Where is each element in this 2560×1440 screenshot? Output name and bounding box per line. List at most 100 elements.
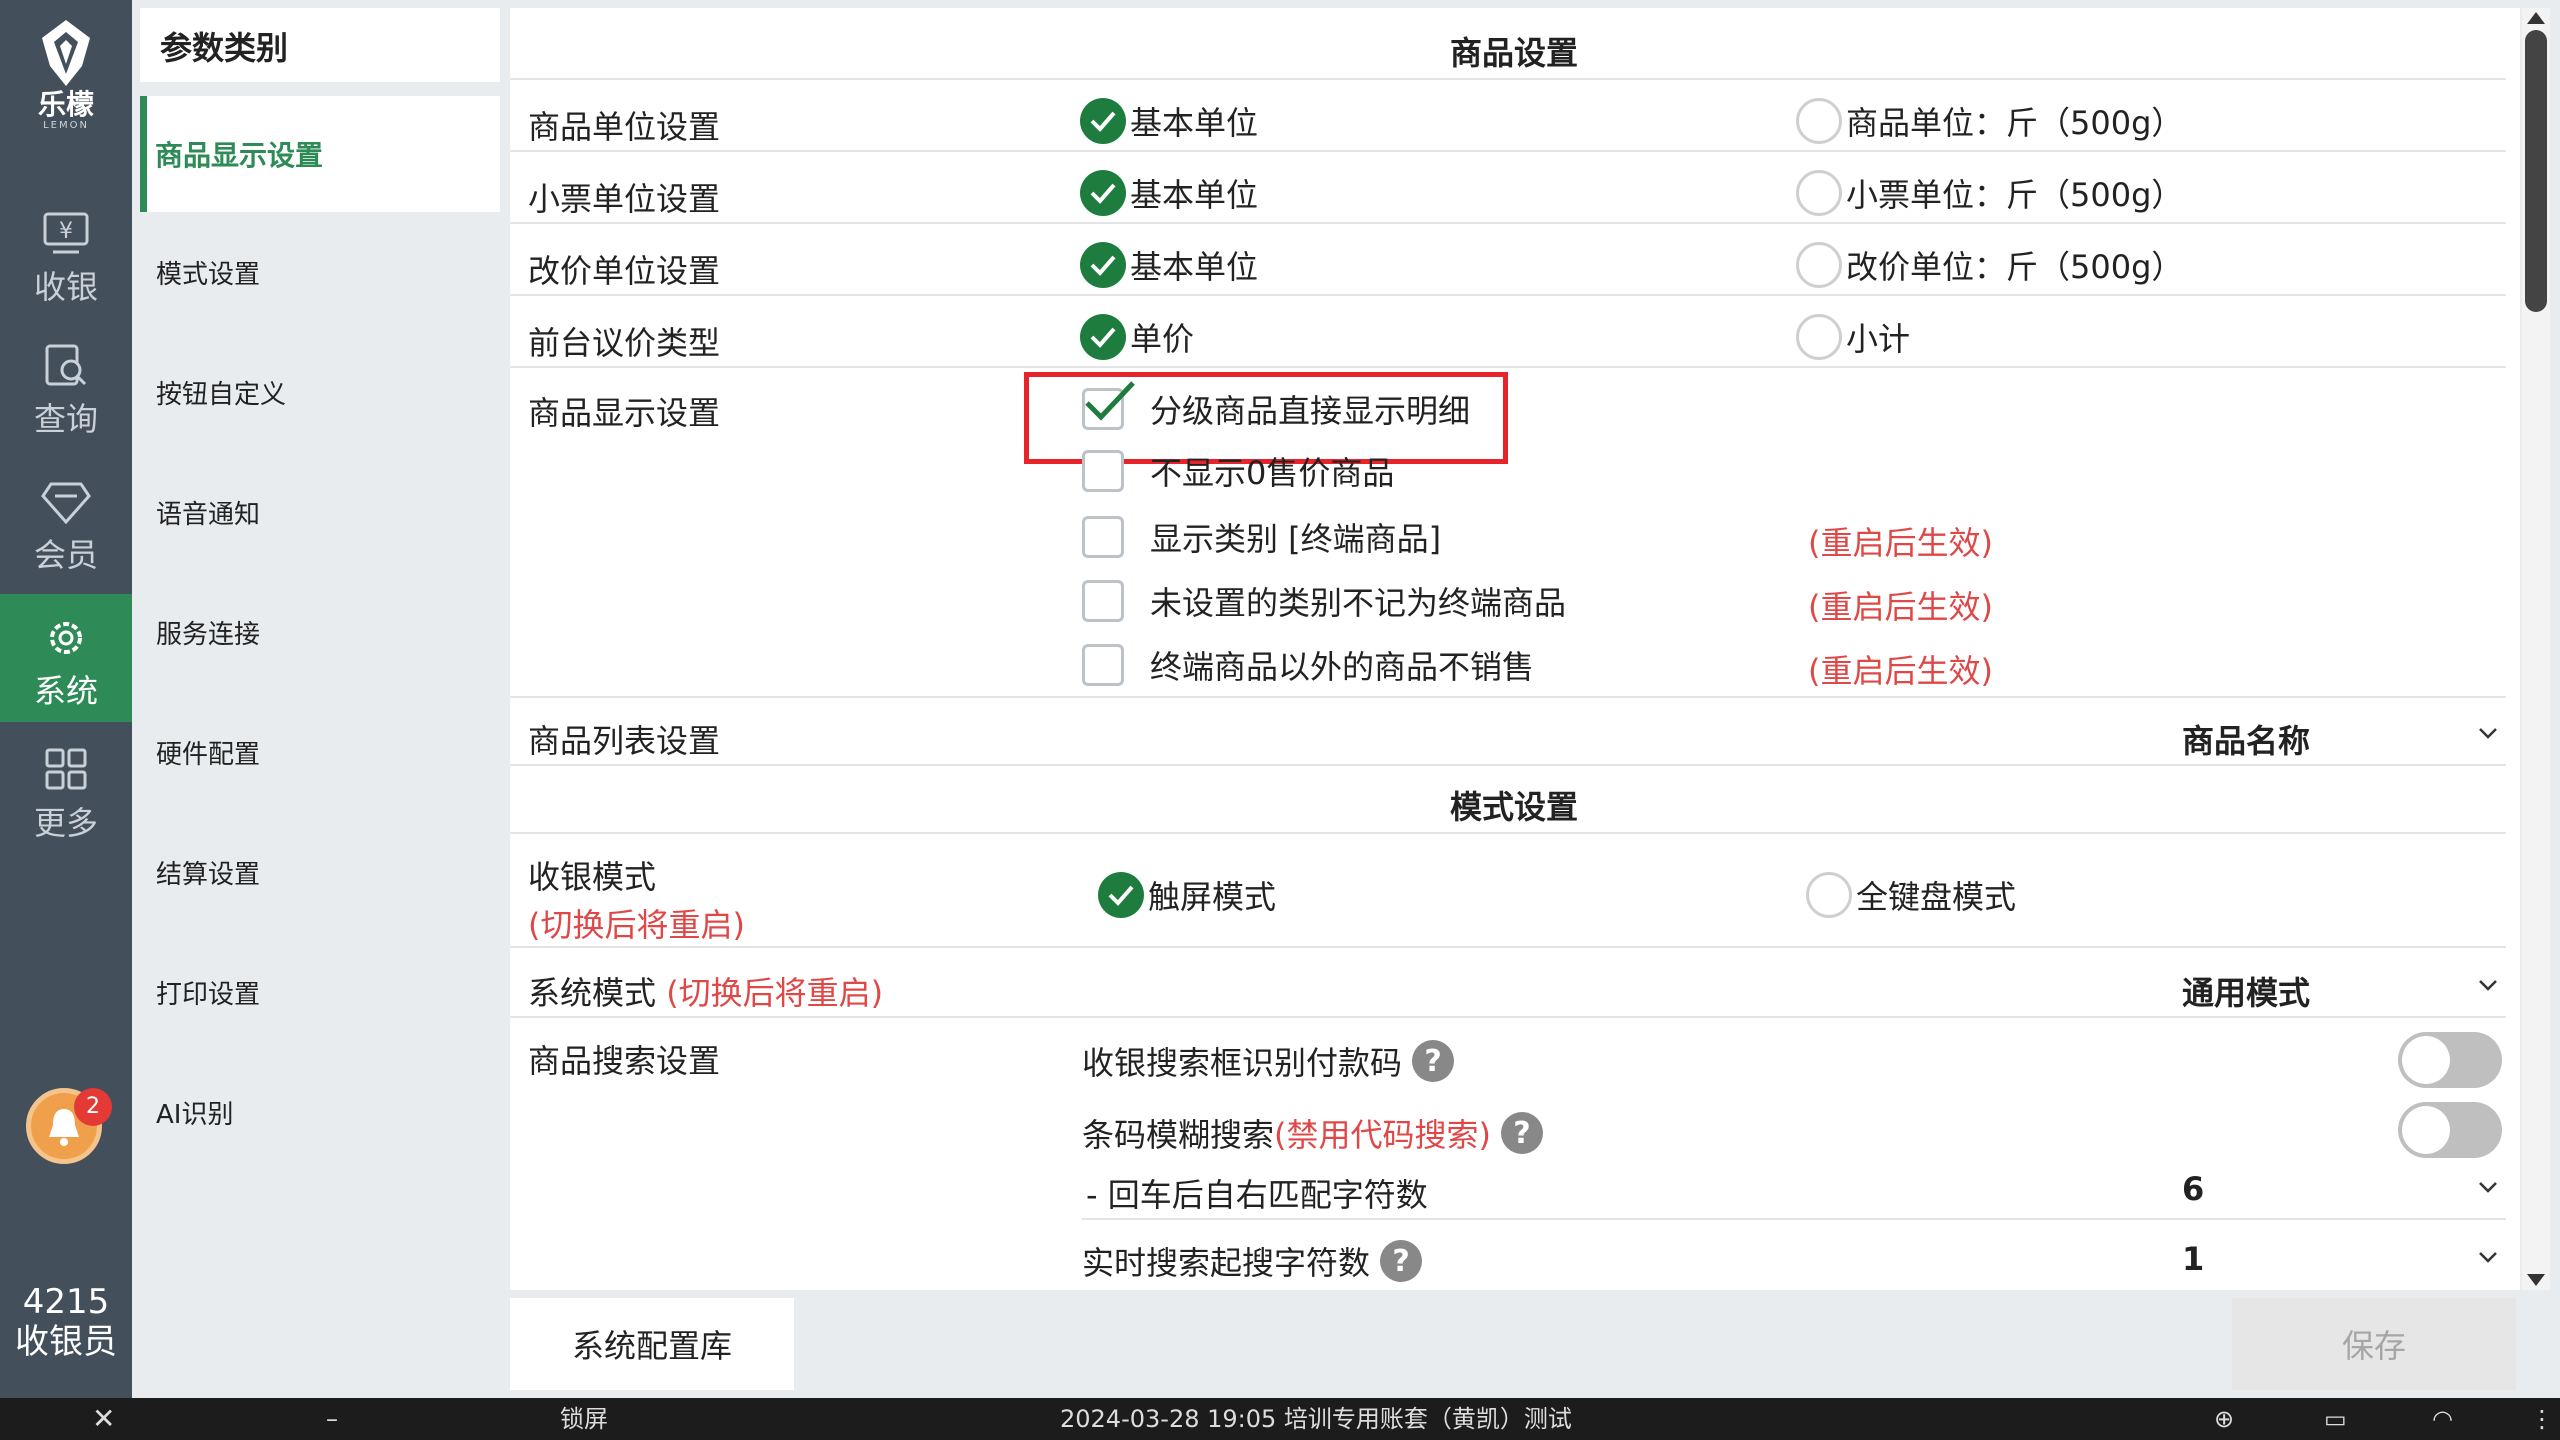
- checkbox-show-category[interactable]: 显示类别 [终端商品]: [1082, 514, 1441, 560]
- radio-label: 基本单位: [1130, 176, 1259, 214]
- scroll-thumb[interactable]: [2525, 30, 2547, 312]
- dropdown-list-value[interactable]: 商品名称: [2182, 716, 2310, 762]
- svg-text:¥: ¥: [59, 219, 73, 244]
- scroll-up-arrow[interactable]: [2527, 12, 2545, 24]
- category-item-settlement[interactable]: 结算设置: [140, 816, 500, 928]
- rail-label: 更多: [33, 804, 98, 842]
- rail-item-cashier[interactable]: ¥ 收银: [0, 190, 132, 318]
- left-rail: 乐檬 LEMON ¥ 收银 查询 会员 系统 更多 2 4215 收银员: [0, 0, 132, 1398]
- monitor-icon[interactable]: ▭: [2324, 1398, 2347, 1440]
- rail-label: 收银: [33, 268, 98, 306]
- chevron-down-icon[interactable]: [2478, 1180, 2498, 1194]
- taskbar: ✕ – 锁屏 2024-03-28 19:05 培训专用账套（黄凯）测试 ⊕ ▭…: [0, 1398, 2560, 1440]
- help-icon[interactable]: ?: [1412, 1040, 1455, 1082]
- row-label-list: 商品列表设置: [528, 722, 721, 760]
- restart-note: (重启后生效): [1808, 524, 1993, 562]
- config-library-button[interactable]: 系统配置库: [510, 1298, 794, 1390]
- category-item-mode[interactable]: 模式设置: [140, 216, 500, 328]
- globe-icon[interactable]: ⊕: [2214, 1398, 2234, 1440]
- checkbox-no-sale[interactable]: 终端商品以外的商品不销售: [1082, 642, 1534, 688]
- checkbox-label: 显示类别 [终端商品]: [1150, 520, 1442, 558]
- radio-label: 触屏模式: [1148, 878, 1277, 916]
- dropdown-system-mode-value[interactable]: 通用模式: [2182, 968, 2310, 1014]
- rail-label: 查询: [33, 400, 98, 438]
- scrollbar[interactable]: [2522, 8, 2550, 1290]
- rail-item-query[interactable]: 查询: [0, 322, 132, 450]
- rail-item-member[interactable]: 会员: [0, 458, 132, 586]
- row-label-bargain: 前台议价类型: [528, 324, 721, 362]
- chevron-down-icon[interactable]: [2478, 1250, 2498, 1264]
- radio-checked-icon: [1080, 170, 1126, 216]
- lock-screen-button[interactable]: 锁屏: [560, 1398, 608, 1440]
- radio-touch-mode[interactable]: 触屏模式: [1098, 872, 1276, 918]
- checkbox-unchecked-icon: [1082, 580, 1124, 622]
- diamond-icon: [41, 482, 91, 524]
- menu-icon[interactable]: ⋮: [2530, 1398, 2554, 1440]
- user-id: 4215: [22, 1282, 110, 1322]
- radio-label: 商品单位：斤（500g）: [1846, 104, 2184, 142]
- save-button[interactable]: 保存: [2232, 1298, 2516, 1390]
- radio-keyboard-mode[interactable]: 全键盘模式: [1806, 872, 2016, 918]
- radio-label: 改价单位：斤（500g）: [1846, 248, 2184, 286]
- radio-receipt-basic[interactable]: 基本单位: [1080, 170, 1258, 216]
- help-icon[interactable]: ?: [1501, 1112, 1543, 1154]
- toggle-pay-code[interactable]: [2398, 1032, 2502, 1088]
- dropdown-match-chars-value[interactable]: 6: [2182, 1170, 2204, 1208]
- scroll-down-arrow[interactable]: [2527, 1274, 2545, 1286]
- restart-note: (重启后生效): [1808, 652, 1993, 690]
- radio-label: 单价: [1130, 320, 1195, 358]
- rail-item-more[interactable]: 更多: [0, 726, 132, 854]
- cashier-icon: ¥: [43, 212, 89, 254]
- setting-fuzzy-search: 条码模糊搜索 (禁用代码搜索) ?: [1082, 1110, 1543, 1156]
- category-item-print[interactable]: 打印设置: [140, 936, 500, 1048]
- section-title-product: 商品设置: [1450, 34, 1579, 72]
- checkbox-hide-zero[interactable]: 不显示0售价商品: [1082, 450, 1394, 492]
- category-item-ai[interactable]: AI识别: [140, 1056, 500, 1168]
- divider: [510, 946, 2506, 948]
- radio-unchecked-icon: [1806, 872, 1852, 918]
- chevron-down-icon[interactable]: [2478, 726, 2498, 740]
- row-label-cash-mode: 收银模式: [528, 858, 657, 896]
- row-label-receipt: 小票单位设置: [528, 180, 721, 218]
- gear-icon: [50, 622, 82, 654]
- close-icon[interactable]: ✕: [92, 1398, 115, 1440]
- radio-unit-jin[interactable]: 商品单位：斤（500g）: [1796, 98, 2183, 144]
- radio-label: 小票单位：斤（500g）: [1846, 176, 2184, 214]
- rail-label: 系统: [33, 672, 98, 710]
- radio-receipt-jin[interactable]: 小票单位：斤（500g）: [1796, 170, 2183, 216]
- radio-unit-basic[interactable]: 基本单位: [1080, 98, 1258, 144]
- row-label-price: 改价单位设置: [528, 252, 721, 290]
- help-icon[interactable]: ?: [1380, 1240, 1423, 1282]
- checkbox-unchecked-icon: [1082, 516, 1124, 558]
- row-label-search: 商品搜索设置: [528, 1042, 721, 1080]
- dropdown-realtime-value[interactable]: 1: [2182, 1240, 2204, 1278]
- divider: [510, 1016, 2506, 1018]
- setting-label: 收银搜索框识别付款码: [1082, 1044, 1403, 1082]
- row-label-system-mode: 系统模式 (切换后将重启): [528, 968, 883, 1014]
- category-item-hardware[interactable]: 硬件配置: [140, 696, 500, 808]
- row-label-display: 商品显示设置: [528, 394, 721, 432]
- category-item-buttons[interactable]: 按钮自定义: [140, 336, 500, 448]
- row-label-unit: 商品单位设置: [528, 108, 721, 146]
- checkbox-label: 不显示0售价商品: [1150, 454, 1395, 492]
- setting-label: 条码模糊搜索: [1082, 1116, 1275, 1154]
- category-item-voice[interactable]: 语音通知: [140, 456, 500, 568]
- toggle-fuzzy-search[interactable]: [2398, 1102, 2502, 1158]
- radio-bargain-unit[interactable]: 单价: [1080, 314, 1194, 360]
- wifi-icon[interactable]: ◠: [2432, 1398, 2453, 1440]
- brand-name: 乐檬: [37, 88, 94, 121]
- minimize-icon[interactable]: –: [326, 1398, 338, 1440]
- radio-price-jin[interactable]: 改价单位：斤（500g）: [1796, 242, 2183, 288]
- divider: [510, 696, 2506, 698]
- user-info: 4215 收银员: [0, 1282, 132, 1362]
- radio-checked-icon: [1098, 872, 1144, 918]
- radio-unchecked-icon: [1796, 242, 1842, 288]
- checkbox-unset-category[interactable]: 未设置的类别不记为终端商品: [1082, 578, 1566, 624]
- chevron-down-icon[interactable]: [2478, 978, 2498, 992]
- radio-label: 基本单位: [1130, 104, 1259, 142]
- category-item-service[interactable]: 服务连接: [140, 576, 500, 688]
- radio-price-basic[interactable]: 基本单位: [1080, 242, 1258, 288]
- category-item-display[interactable]: 商品显示设置: [140, 96, 500, 212]
- radio-bargain-subtotal[interactable]: 小计: [1796, 314, 1910, 360]
- rail-item-system[interactable]: 系统: [0, 594, 132, 722]
